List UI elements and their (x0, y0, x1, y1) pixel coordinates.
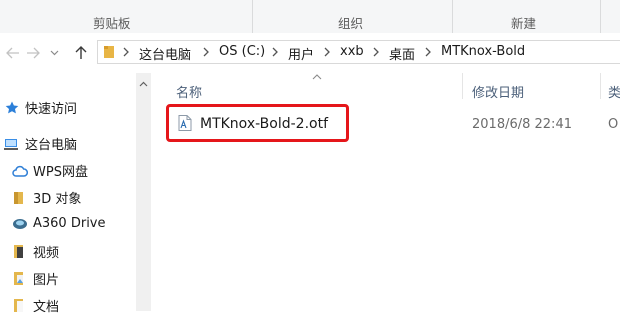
sort-ascending-icon (312, 74, 322, 80)
sidebar-item-label: 图片 (33, 273, 60, 288)
file-modified-date: 2018/6/8 22:41 (472, 117, 572, 132)
up-arrow-icon (75, 46, 87, 59)
ribbon: 剪贴板 组织 新建 (0, 0, 620, 34)
breadcrumb-separator-icon (123, 47, 129, 57)
sidebar-item-label: WPS网盘 (33, 165, 88, 180)
sidebar-item-a360-drive[interactable]: A360 Drive (12, 215, 106, 231)
up-button[interactable] (72, 44, 90, 62)
forward-arrow-icon (27, 47, 40, 59)
cloud-icon (12, 163, 29, 179)
column-divider[interactable] (600, 73, 601, 99)
breadcrumb-this-pc[interactable]: 这台电脑 (139, 44, 191, 63)
computer-icon (4, 136, 20, 152)
forward-button[interactable] (24, 44, 42, 62)
video-icon (12, 244, 28, 260)
sidebar-item-quick-access[interactable]: 快速访问 (4, 98, 77, 117)
breadcrumb-desktop[interactable]: 桌面 (389, 44, 415, 63)
documents-icon (12, 298, 28, 314)
sidebar-item-label: 视频 (33, 246, 60, 261)
recent-locations-button[interactable] (47, 44, 61, 62)
pictures-icon (12, 271, 28, 287)
breadcrumb-os-drive[interactable]: OS (C:) (219, 44, 265, 59)
sidebar-item-label: 3D 对象 (33, 192, 82, 207)
ribbon-group-clipboard: 剪贴板 (0, 0, 253, 33)
scroll-up-icon[interactable] (139, 81, 148, 87)
sidebar-item-label: 文档 (33, 300, 60, 315)
sidebar-item-pictures[interactable]: 图片 (12, 269, 59, 288)
ribbon-group-label: 新建 (511, 16, 537, 31)
column-header-modified[interactable]: 修改日期 (472, 82, 524, 101)
sidebar-item-label: 快速访问 (25, 102, 78, 117)
ribbon-group-label: 剪贴板 (93, 16, 131, 31)
ribbon-group-label: 组织 (338, 16, 364, 31)
file-type: O (608, 117, 619, 132)
breadcrumb-users[interactable]: 用户 (288, 44, 314, 63)
navigation-pane-scrollbar[interactable] (136, 73, 151, 311)
back-button[interactable] (4, 44, 22, 62)
column-header-type[interactable]: 类 (608, 82, 620, 101)
sidebar-item-wps-cloud[interactable]: WPS网盘 (12, 161, 88, 180)
star-icon (4, 100, 20, 116)
breadcrumb-separator-icon (324, 47, 330, 57)
breadcrumb-current-folder[interactable]: MTKnox-Bold (441, 44, 525, 59)
breadcrumb-separator-icon (425, 47, 431, 57)
breadcrumb-separator-icon (272, 47, 278, 57)
3d-objects-icon (12, 190, 28, 206)
ribbon-group-new: 新建 (452, 0, 601, 33)
sidebar-item-this-pc[interactable]: 这台电脑 (4, 134, 77, 153)
back-arrow-icon (6, 47, 19, 59)
a360-drive-icon (12, 215, 28, 231)
column-header-name[interactable]: 名称 (176, 82, 202, 101)
sidebar-item-label: A360 Drive (33, 215, 106, 231)
sidebar-item-documents[interactable]: 文档 (12, 296, 59, 315)
chevron-down-icon (50, 50, 58, 56)
sidebar-item-videos[interactable]: 视频 (12, 242, 59, 261)
highlight-annotation (166, 104, 349, 142)
ribbon-group-organize: 组织 (252, 0, 453, 33)
folder-icon (104, 46, 114, 58)
column-divider[interactable] (462, 73, 463, 99)
sidebar-item-3d-objects[interactable]: 3D 对象 (12, 188, 81, 207)
breadcrumb-separator-icon (203, 47, 209, 57)
breadcrumb-separator-icon (373, 47, 379, 57)
breadcrumb-user-folder[interactable]: xxb (340, 44, 364, 59)
sidebar-item-label: 这台电脑 (25, 138, 78, 153)
